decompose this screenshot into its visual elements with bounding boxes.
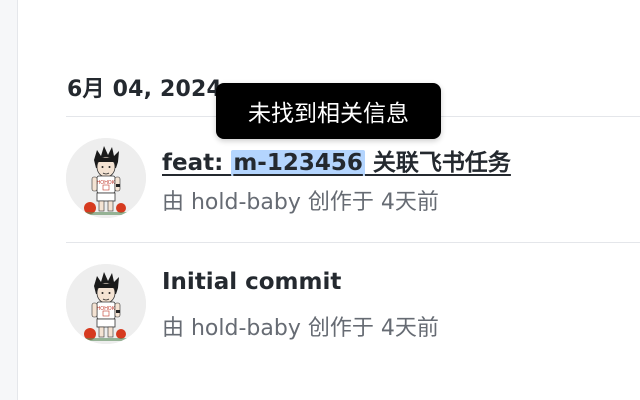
commit-history-page: 6月 04, 2024 SHOHOKU feat: m-123456 关联飞书任… — [0, 0, 640, 400]
tooltip: 未找到相关信息 — [216, 83, 441, 139]
commit-title-prefix: feat: — [162, 150, 232, 176]
avatar[interactable]: SHOHOKU — [66, 264, 146, 344]
left-rail — [0, 0, 18, 400]
commit-divider — [66, 242, 640, 243]
commit-meta: 由 hold-baby 创作于 4天前 — [162, 190, 439, 215]
commit-item: SHOHOKU Initial commit 由 hold-baby 创作于 4… — [66, 262, 640, 362]
commit-meta: 由 hold-baby 创作于 4天前 — [162, 316, 439, 341]
commit-title-link[interactable]: feat: m-123456 关联飞书任务 — [162, 143, 511, 177]
task-ref-link[interactable]: m-123456 — [231, 150, 365, 176]
commit-item: SHOHOKU feat: m-123456 关联飞书任务 由 hold-bab… — [66, 136, 640, 236]
avatar-icon: SHOHOKU — [66, 138, 146, 218]
commit-title-suffix: 关联飞书任务 — [364, 150, 511, 176]
avatar[interactable]: SHOHOKU — [66, 138, 146, 218]
commit-title[interactable]: Initial commit — [162, 269, 341, 295]
date-group-heading: 6月 04, 2024 — [67, 77, 223, 102]
avatar-icon: SHOHOKU — [66, 264, 146, 344]
